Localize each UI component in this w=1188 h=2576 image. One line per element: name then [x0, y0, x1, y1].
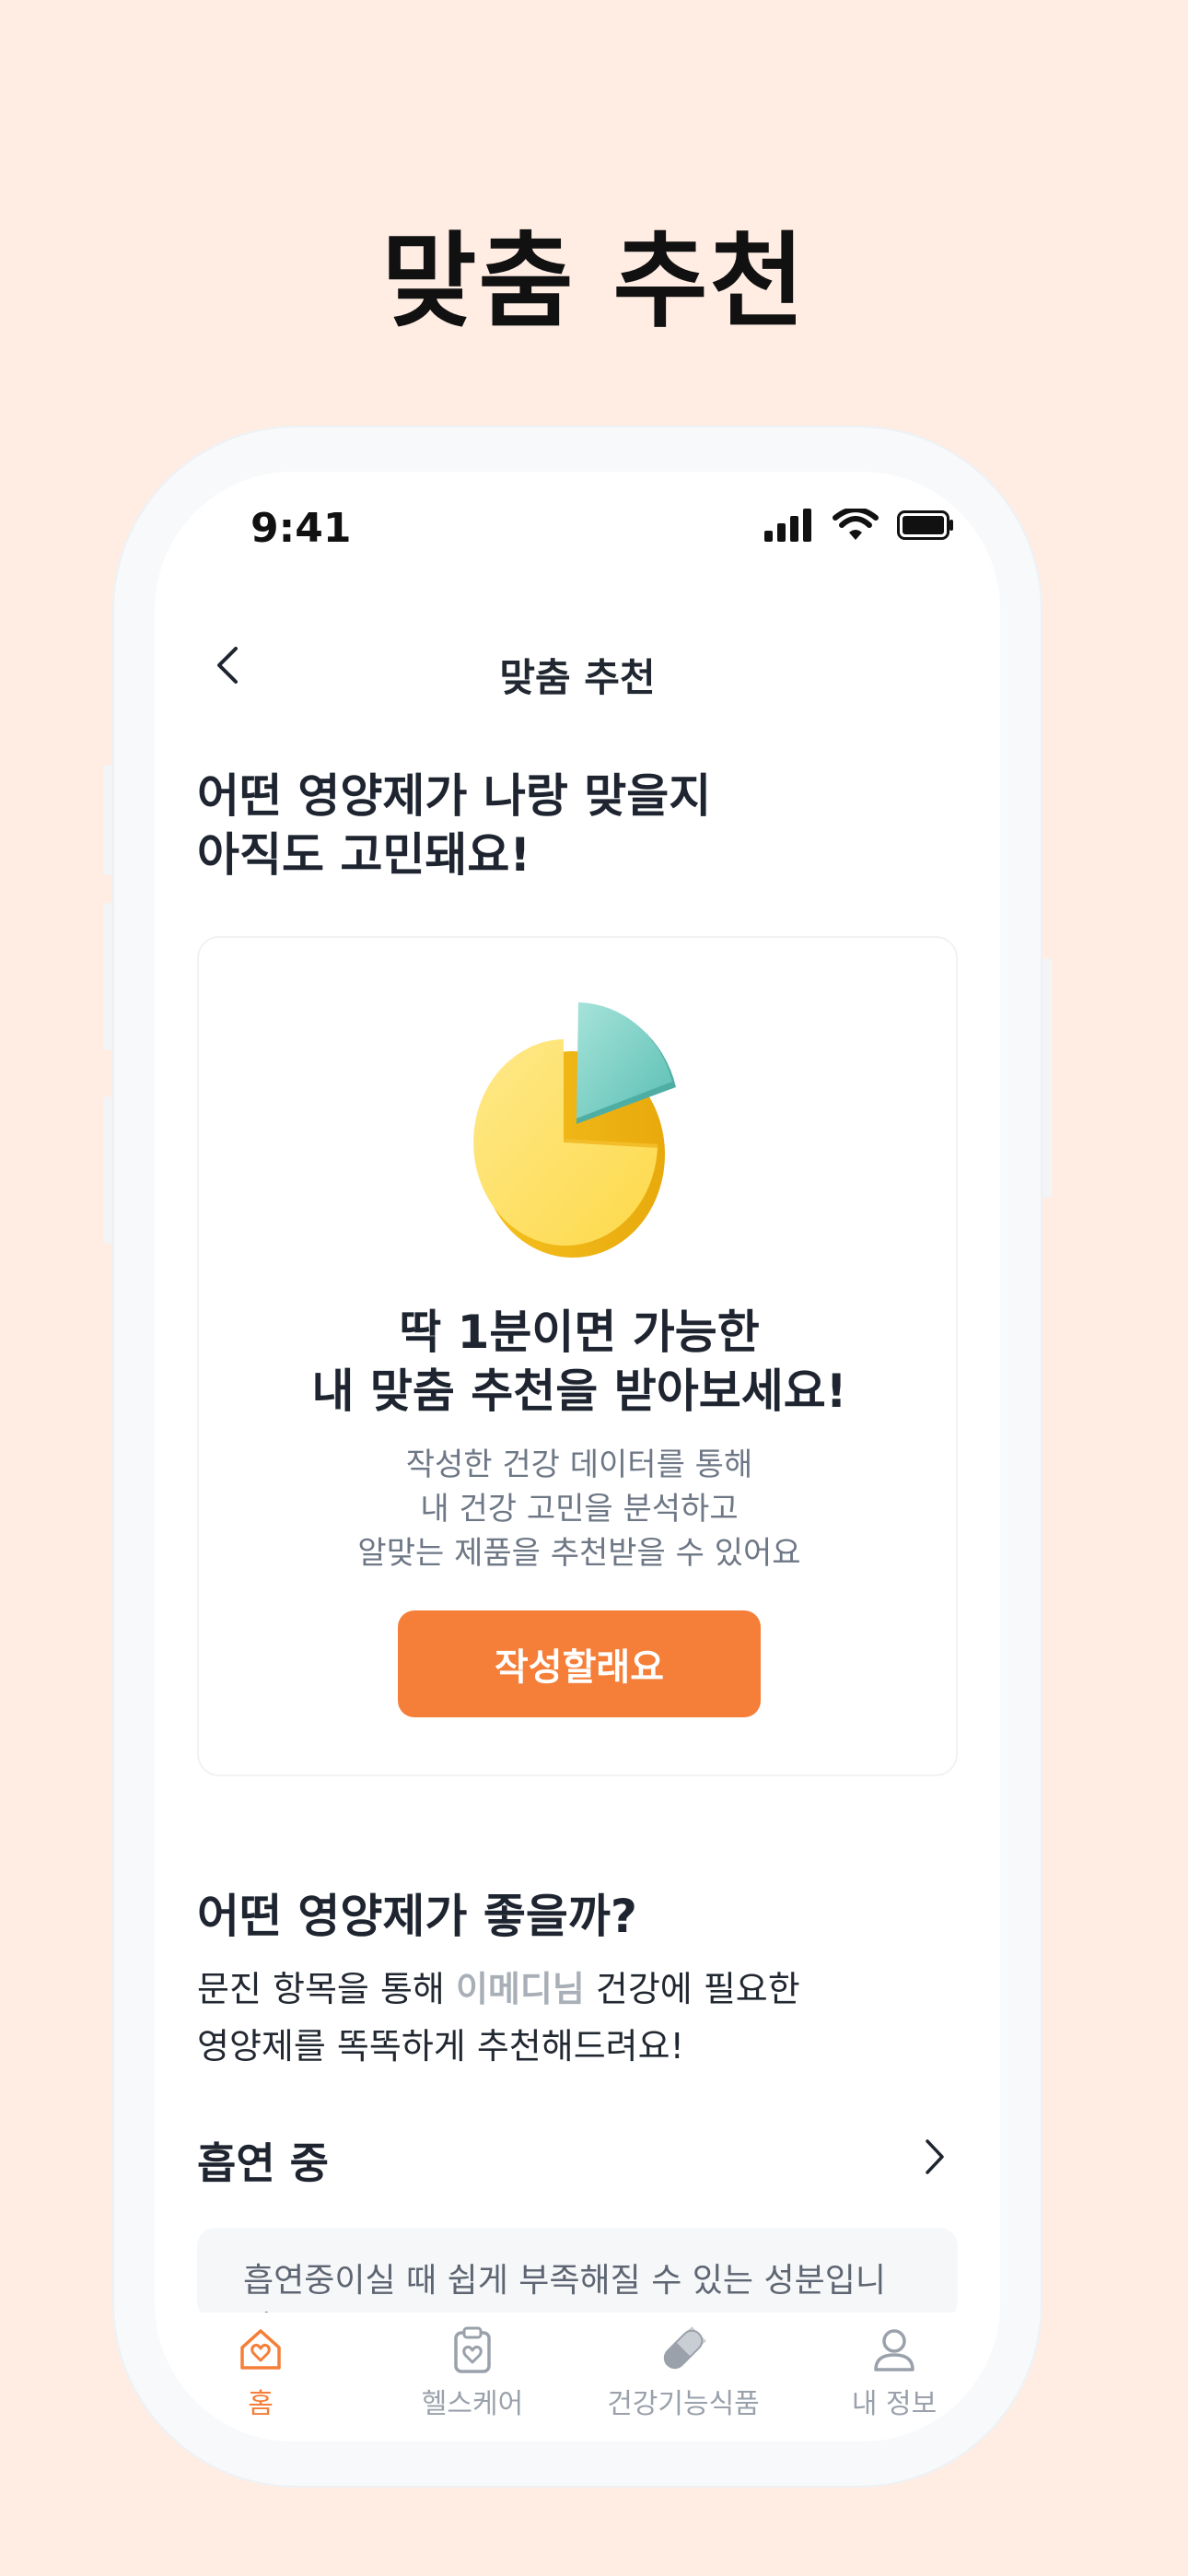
section-desc-line-1: 문진 항목을 통해 이메디님 건강에 필요한 [197, 1961, 952, 2018]
battery-icon [897, 510, 953, 540]
tab-label: 헬스케어 [421, 2388, 524, 2420]
tab-home[interactable]: 홈 [155, 2324, 367, 2421]
user-icon [874, 2329, 914, 2371]
section-desc-prefix: 문진 항목을 통해 [197, 1969, 456, 2009]
nav-title: 맞춤 추천 [499, 655, 656, 700]
card-title-line-1: 딱 1분이면 가능한 [399, 1306, 760, 1359]
phone-side-button [1042, 958, 1052, 1198]
signal-icon [764, 509, 811, 542]
recommend-card: 딱 1분이면 가능한 내 맞춤 추천을 받아보세요! 작성한 건강 데이터를 통… [197, 936, 958, 1776]
hero-title: 맞춤 추천 [381, 222, 807, 342]
intro-line-1: 어떤 영양제가 나랑 맞을지 [197, 769, 712, 823]
intro-line-2: 아직도 고민돼요! [197, 828, 531, 882]
tab-label: 홈 [248, 2388, 274, 2420]
section-desc-line-2: 영양제를 똑똑하게 추천해드려요! [197, 2026, 684, 2067]
home-heart-icon [240, 2329, 281, 2370]
phone-screen: 9:41 맞춤 추천 어떤 영양제가 나랑 맞을지 아직도 고민돼요! 딱 1분… [155, 472, 1000, 2441]
tab-label: 건강기능식품 [607, 2388, 760, 2420]
card-desc-line-1: 작성한 건강 데이터를 통해 [405, 1446, 753, 1483]
bottom-tab-bar: 홈 헬스케어 건강기능식품 내 정보 [155, 2313, 1000, 2441]
intro-heading: 어떤 영양제가 나랑 맞을지 아직도 고민돼요! [197, 767, 934, 884]
card-desc-line-3: 알맞는 제품을 추천받을 수 있어요 [357, 1535, 801, 1572]
write-survey-button[interactable]: 작성할래요 [398, 1610, 761, 1717]
section-description: 문진 항목을 통해 이메디님 건강에 필요한 영양제를 똑똑하게 추천해드려요! [197, 1961, 952, 2075]
clipboard-heart-icon [454, 2326, 491, 2373]
section-desc-suffix: 건강에 필요한 [584, 1969, 800, 2009]
status-icons [764, 509, 954, 542]
phone-side-button [103, 765, 112, 875]
tab-health-food[interactable]: 건강기능식품 [577, 2324, 789, 2421]
nav-bar: 맞춤 추천 [155, 610, 1000, 720]
card-description: 작성한 건강 데이터를 통해 내 건강 고민을 분석하고 알맞는 제품을 추천받… [199, 1443, 960, 1575]
card-title: 딱 1분이면 가능한 내 맞춤 추천을 받아보세요! [199, 1303, 960, 1421]
card-desc-line-2: 내 건강 고민을 분석하고 [420, 1491, 739, 1528]
pie-chart-illustration [473, 1002, 676, 1258]
section-heading: 어떤 영양제가 좋을까? [197, 1890, 637, 1943]
phone-side-button [103, 903, 112, 1050]
topic-row-smoking[interactable]: 흡연 중 [197, 2121, 958, 2195]
pill-icon [663, 2326, 706, 2370]
card-title-line-2: 내 맞춤 추천을 받아보세요! [311, 1364, 847, 1418]
tab-my-info[interactable]: 내 정보 [788, 2324, 1000, 2421]
user-name-highlight: 이메디님 [455, 1969, 585, 2009]
status-bar: 9:41 [155, 472, 1000, 591]
info-box: 흡연중이실 때 쉽게 부족해질 수 있는 성분입니다. [197, 2228, 958, 2348]
status-time: 9:41 [250, 505, 352, 552]
wifi-icon [833, 509, 879, 540]
tab-healthcare[interactable]: 헬스케어 [367, 2324, 578, 2421]
phone-side-button [103, 1096, 112, 1244]
tab-label: 내 정보 [851, 2388, 938, 2420]
chevron-right-icon [926, 2139, 944, 2174]
topic-label: 흡연 중 [197, 2138, 329, 2188]
